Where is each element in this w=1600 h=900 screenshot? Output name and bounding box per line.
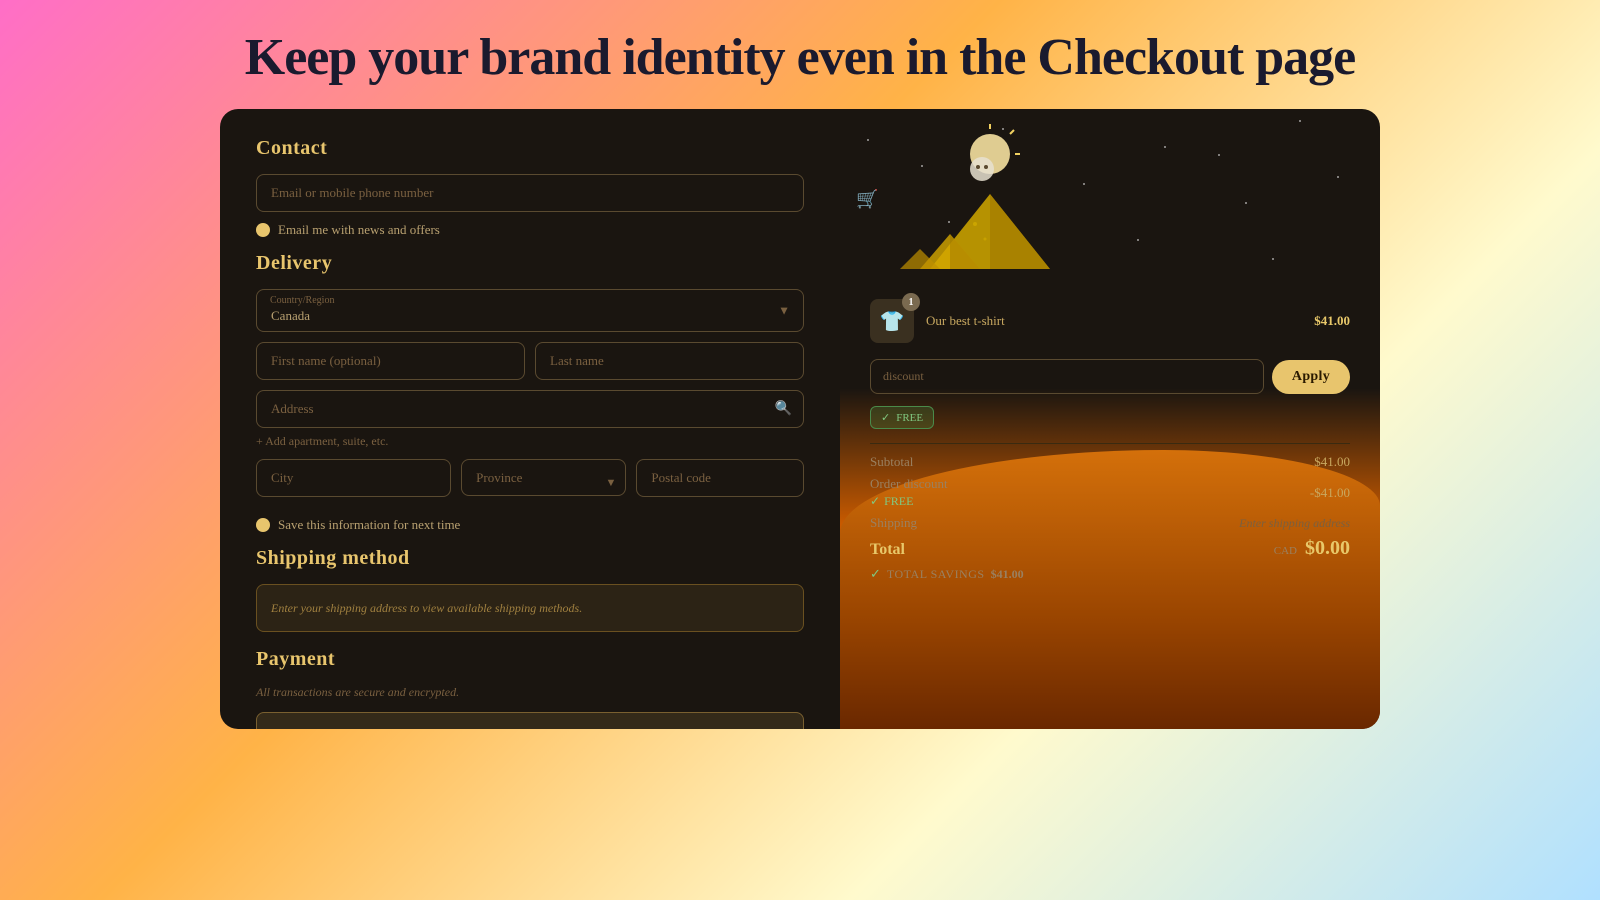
- shipping-method-box: Enter your shipping address to view avai…: [256, 584, 804, 632]
- save-info-radio[interactable]: [256, 518, 270, 532]
- star-12: [1218, 154, 1220, 156]
- save-info-row: Save this information for next time: [256, 517, 804, 533]
- address-search-icon: 🔍: [775, 401, 792, 418]
- product-name: Our best t-shirt: [926, 313, 1302, 329]
- payment-title: Payment: [256, 648, 804, 671]
- subtotal-value: $41.00: [1314, 454, 1350, 470]
- savings-icon: ✓: [870, 566, 881, 582]
- total-label: Total: [870, 541, 905, 559]
- discount-row: Apply: [870, 359, 1350, 394]
- save-info-label: Save this information for next time: [278, 517, 460, 533]
- payment-box: Your order is free. No payment is requir…: [256, 712, 804, 729]
- free-badge: ✓ FREE: [870, 406, 934, 429]
- shipping-section: Shipping method Enter your shipping addr…: [256, 547, 804, 632]
- email-news-radio[interactable]: [256, 223, 270, 237]
- star-5: [1164, 146, 1166, 148]
- contact-title: Contact: [256, 137, 804, 160]
- free-tag-icon: ✓: [870, 494, 880, 509]
- subtotal-label: Subtotal: [870, 454, 913, 470]
- discount-value: -$41.00: [1310, 485, 1350, 501]
- right-panel: 🛒 👕 1 Our best t-shirt $41.00 Apply: [840, 109, 1380, 729]
- first-name-input[interactable]: [256, 342, 525, 380]
- star-7: [1299, 120, 1301, 122]
- product-price: $41.00: [1314, 313, 1350, 329]
- product-emoji: 👕: [880, 309, 905, 334]
- discount-summary-row: Order discount ✓ FREE -$41.00: [870, 476, 1350, 509]
- contact-section: Contact Email me with news and offers: [256, 137, 804, 238]
- free-badge-check-icon: ✓: [881, 411, 890, 424]
- savings-label: TOTAL SAVINGS: [887, 567, 985, 582]
- delivery-section: Delivery Country/Region Canada United St…: [256, 252, 804, 533]
- product-row: 👕 1 Our best t-shirt $41.00: [870, 299, 1350, 343]
- product-badge: 1: [902, 293, 920, 311]
- discount-summary-label: Order discount: [870, 476, 948, 492]
- free-tag-text: FREE: [884, 494, 913, 509]
- shipping-title: Shipping method: [256, 547, 804, 570]
- postal-input[interactable]: [636, 459, 804, 497]
- page-title: Keep your brand identity even in the Che…: [245, 28, 1355, 87]
- total-value: $0.00: [1305, 537, 1350, 560]
- total-row: Total CAD $0.00: [870, 537, 1350, 560]
- email-input[interactable]: [256, 174, 804, 212]
- shipping-method-text: Enter your shipping address to view avai…: [271, 601, 582, 615]
- free-badge-label: FREE: [896, 412, 923, 424]
- discount-input[interactable]: [870, 359, 1264, 394]
- pyramid-illustration: [890, 124, 1090, 289]
- shipping-label: Shipping: [870, 515, 917, 531]
- total-currency: CAD: [1274, 545, 1297, 557]
- province-wrapper: Province Ontario Quebec British Columbia…: [461, 459, 626, 507]
- star-1: [867, 139, 869, 141]
- address-wrapper: 🔍: [256, 390, 804, 428]
- price-summary: Subtotal $41.00 Order discount ✓ FREE -$…: [870, 443, 1350, 582]
- savings-amount: $41.00: [991, 567, 1024, 582]
- delivery-title: Delivery: [256, 252, 804, 275]
- address-input[interactable]: [256, 390, 804, 428]
- order-summary: 👕 1 Our best t-shirt $41.00 Apply ✓ FREE: [870, 299, 1350, 582]
- email-news-row: Email me with news and offers: [256, 222, 804, 238]
- province-select[interactable]: Province Ontario Quebec British Columbia: [461, 459, 626, 496]
- savings-row: ✓ TOTAL SAVINGS $41.00: [870, 566, 1350, 582]
- subtotal-row: Subtotal $41.00: [870, 454, 1350, 470]
- name-row: [256, 342, 804, 380]
- free-tag-inline: ✓ FREE: [870, 494, 948, 509]
- shipping-value: Enter shipping address: [1239, 516, 1350, 531]
- star-8: [1337, 176, 1339, 178]
- star-11: [1272, 258, 1274, 260]
- country-select[interactable]: Canada United States: [256, 289, 804, 332]
- city-input[interactable]: [256, 459, 451, 497]
- last-name-input[interactable]: [535, 342, 804, 380]
- payment-section: Payment All transactions are secure and …: [256, 648, 804, 729]
- add-suite-link[interactable]: + Add apartment, suite, etc.: [256, 434, 804, 449]
- cart-icon: 🛒: [856, 189, 878, 209]
- star-6: [1245, 202, 1247, 204]
- shipping-row: Shipping Enter shipping address: [870, 515, 1350, 531]
- country-label: Country/Region: [270, 295, 334, 306]
- left-panel: Contact Email me with news and offers De…: [220, 109, 840, 729]
- payment-security-note: All transactions are secure and encrypte…: [256, 685, 804, 700]
- apply-button[interactable]: Apply: [1272, 360, 1350, 394]
- star-10: [1137, 239, 1139, 241]
- email-news-label: Email me with news and offers: [278, 222, 440, 238]
- city-row: Province Ontario Quebec British Columbia…: [256, 459, 804, 507]
- country-wrapper: Country/Region Canada United States ▼: [256, 289, 804, 332]
- cart-icon-area: 🛒: [856, 189, 878, 210]
- checkout-container: Contact Email me with news and offers De…: [220, 109, 1380, 729]
- product-image-wrapper: 👕 1: [870, 299, 914, 343]
